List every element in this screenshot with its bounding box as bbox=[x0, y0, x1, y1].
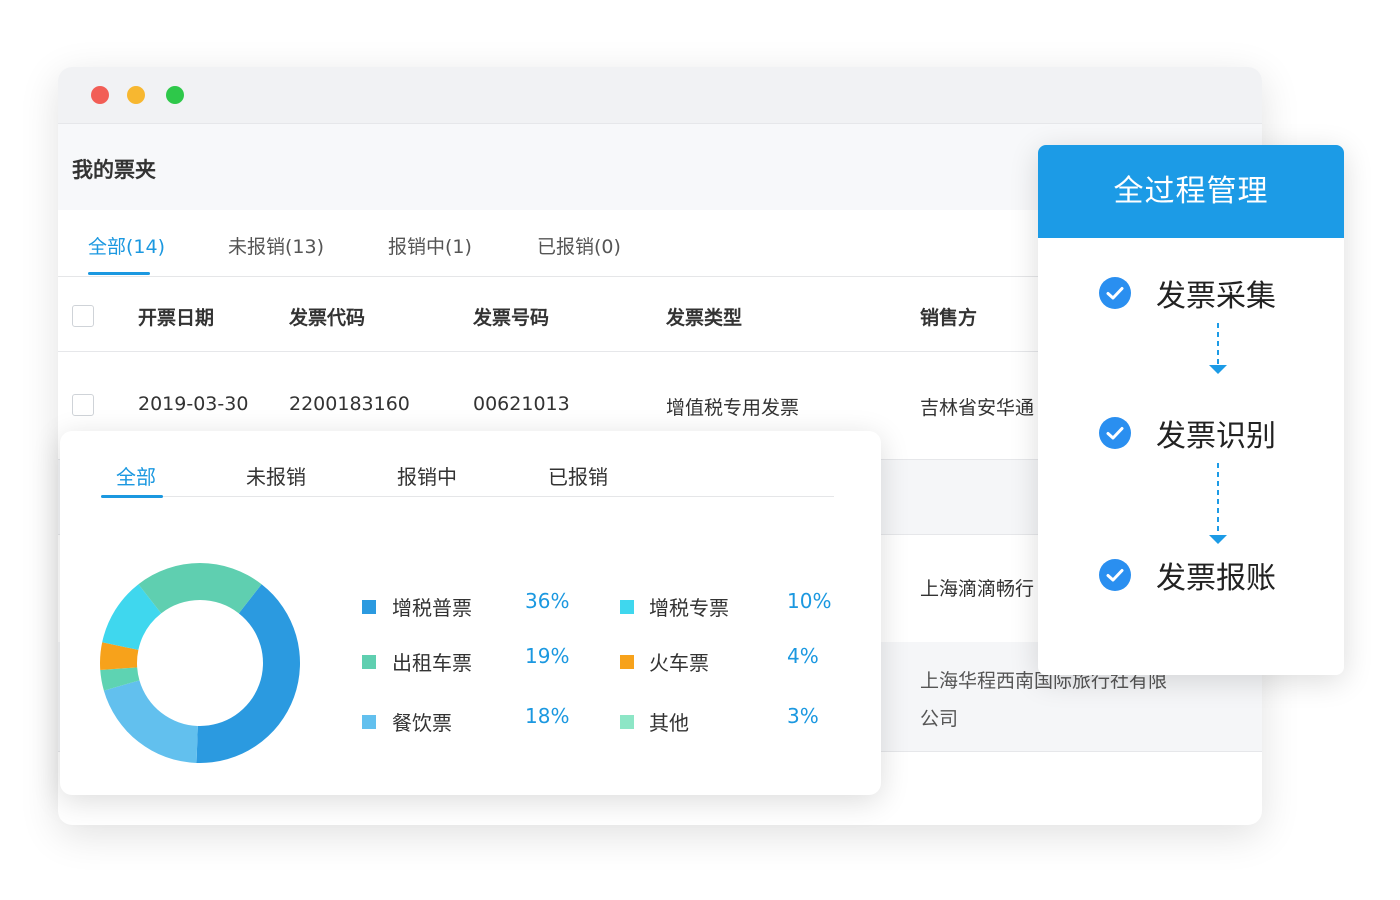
process-title: 全过程管理 bbox=[1038, 145, 1344, 238]
cell-type: 增值税专用发票 bbox=[666, 397, 800, 419]
cell-date: 2019-03-30 bbox=[138, 393, 249, 415]
check-circle-icon bbox=[1099, 277, 1131, 309]
close-window-button[interactable] bbox=[91, 86, 109, 104]
cell-seller-continued: 公司 bbox=[920, 708, 959, 730]
minimize-window-button[interactable] bbox=[127, 86, 145, 104]
chart-active-tab-indicator bbox=[101, 495, 163, 498]
header-type: 发票类型 bbox=[666, 307, 743, 329]
legend-label: 其他 bbox=[649, 711, 689, 735]
cell-code: 2200183160 bbox=[289, 393, 410, 415]
legend-swatch bbox=[362, 655, 376, 669]
arrow-down-icon bbox=[1209, 463, 1227, 549]
select-all-checkbox[interactable] bbox=[72, 305, 94, 327]
donut-slice-0 bbox=[196, 584, 300, 763]
header-date: 开票日期 bbox=[138, 307, 215, 329]
chart-tab-all[interactable]: 全部 bbox=[116, 461, 156, 490]
legend-swatch bbox=[362, 600, 376, 614]
active-tab-indicator bbox=[88, 272, 150, 275]
legend-percentage: 19% bbox=[525, 644, 570, 668]
page-title: 我的票夹 bbox=[72, 158, 156, 182]
legend-label: 增税普票 bbox=[392, 596, 472, 620]
legend-label: 火车票 bbox=[649, 651, 709, 675]
donut-slice-5 bbox=[138, 563, 262, 614]
process-card: 全过程管理 发票采集 发票识别 发票报账 bbox=[1038, 145, 1344, 675]
legend-label: 增税专票 bbox=[649, 596, 729, 620]
window-titlebar bbox=[58, 67, 1262, 124]
legend-percentage: 10% bbox=[787, 589, 832, 613]
chart-tab-reimbursed[interactable]: 已报销 bbox=[548, 461, 608, 490]
legend-swatch bbox=[620, 655, 634, 669]
legend-swatch bbox=[620, 715, 634, 729]
cell-number: 00621013 bbox=[473, 393, 570, 415]
legend-swatch bbox=[620, 600, 634, 614]
step-label: 发票采集 bbox=[1156, 279, 1276, 314]
chart-tab-unreimbursed[interactable]: 未报销 bbox=[246, 461, 306, 490]
chart-card: 全部 未报销 报销中 已报销 增税普票 36% 增税专票 10% 出租车票 19% 火车票 4… bbox=[60, 431, 881, 795]
maximize-window-button[interactable] bbox=[166, 86, 184, 104]
donut-chart bbox=[100, 563, 300, 763]
row-checkbox[interactable] bbox=[72, 394, 94, 416]
header-code: 发票代码 bbox=[289, 307, 366, 329]
legend-percentage: 4% bbox=[787, 644, 819, 668]
tab-reimbursing[interactable]: 报销中(1) bbox=[388, 232, 472, 259]
legend-percentage: 3% bbox=[787, 704, 819, 728]
legend-percentage: 18% bbox=[525, 704, 570, 728]
arrow-down-icon bbox=[1209, 323, 1227, 377]
check-circle-icon bbox=[1099, 559, 1131, 591]
check-circle-icon bbox=[1099, 417, 1131, 449]
legend-percentage: 36% bbox=[525, 589, 570, 613]
legend-label: 出租车票 bbox=[392, 651, 472, 675]
tab-reimbursed[interactable]: 已报销(0) bbox=[537, 232, 621, 259]
donut-slice-1 bbox=[103, 680, 198, 763]
legend-label: 餐饮票 bbox=[392, 711, 452, 735]
header-seller: 销售方 bbox=[920, 307, 978, 329]
step-label: 发票报账 bbox=[1156, 561, 1276, 596]
cell-seller: 上海滴滴畅行 bbox=[920, 578, 1035, 600]
cell-seller: 吉林省安华通 bbox=[920, 397, 1035, 419]
tab-all[interactable]: 全部(14) bbox=[88, 232, 165, 259]
step-label: 发票识别 bbox=[1156, 419, 1276, 454]
chart-tabs-divider bbox=[101, 496, 834, 497]
chart-tab-reimbursing[interactable]: 报销中 bbox=[397, 461, 457, 490]
legend-swatch bbox=[362, 715, 376, 729]
tab-unreimbursed[interactable]: 未报销(13) bbox=[228, 232, 324, 259]
header-number: 发票号码 bbox=[473, 307, 550, 329]
